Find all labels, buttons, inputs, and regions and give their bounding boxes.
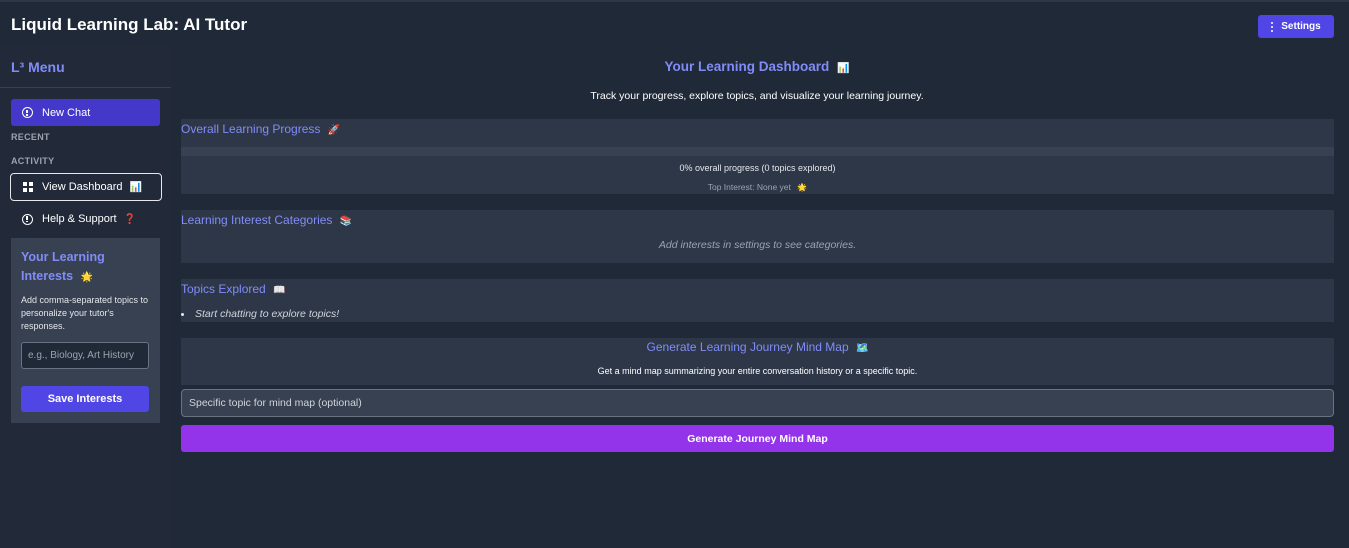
progress-card: Overall Learning Progress 🚀 0% overall p… — [181, 119, 1334, 194]
view-dashboard-button[interactable]: View Dashboard 📊 — [10, 173, 162, 201]
mind-map-title: Generate Learning Journey Mind Map 🗺️ — [181, 340, 1334, 354]
settings-button[interactable]: Settings — [1258, 15, 1334, 38]
list-item: Start chatting to explore topics! — [181, 308, 339, 320]
categories-empty-text: Add interests in settings to see categor… — [658, 239, 857, 251]
question-emoji-icon: ❓ — [123, 214, 137, 225]
sidebar-title: L³ Menu — [11, 59, 65, 75]
info-circle-icon — [22, 213, 33, 225]
activity-label: ACTIVITY — [11, 156, 55, 166]
mind-map-topic-input[interactable]: Specific topic for mind map (optional) — [181, 389, 1334, 417]
help-support-button[interactable]: Help & Support ❓ — [11, 208, 160, 230]
progress-title-text: Overall Learning Progress — [181, 122, 321, 136]
new-chat-label: New Chat — [42, 106, 91, 119]
top-bar: Liquid Learning Lab: AI Tutor Settings — [0, 0, 1349, 46]
settings-label: Settings — [1281, 21, 1321, 32]
progress-bar — [181, 147, 1334, 156]
progress-text: 0% overall progress (0 topics explored) — [679, 163, 836, 173]
mind-map-title-text: Generate Learning Journey Mind Map — [646, 340, 849, 354]
sidebar: L³ Menu New Chat RECENT ACTIVITY View Da… — [0, 46, 171, 548]
mind-map-description: Get a mind map summarizing your entire c… — [597, 366, 918, 376]
dashboard-title-text: Your Learning Dashboard — [664, 59, 830, 74]
dashboard-main: Your Learning Dashboard 📊 Track your pro… — [171, 46, 1349, 548]
vertical-dots-icon — [1271, 21, 1274, 32]
categories-title: Learning Interest Categories 📚 — [181, 213, 352, 227]
interests-title: Your Learning Interests 🌟 — [21, 248, 151, 287]
star-emoji-icon: 🌟 — [80, 272, 94, 283]
sidebar-divider — [0, 87, 171, 88]
topics-title: Topics Explored 📖 — [181, 282, 286, 296]
chart-emoji-icon: 📊 — [837, 63, 850, 74]
topics-title-text: Topics Explored — [181, 282, 266, 296]
categories-title-text: Learning Interest Categories — [181, 213, 333, 227]
mind-map-card: Generate Learning Journey Mind Map 🗺️ Ge… — [181, 338, 1334, 385]
dashboard-title: Your Learning Dashboard 📊 — [171, 59, 1343, 74]
dashboard-subtitle: Track your progress, explore topics, and… — [590, 90, 924, 102]
topics-card: Topics Explored 📖 Start chatting to expl… — [181, 279, 1334, 322]
new-chat-button[interactable]: New Chat — [11, 99, 160, 126]
interests-input[interactable]: e.g., Biology, Art History — [21, 342, 149, 369]
save-interests-button[interactable]: Save Interests — [21, 386, 149, 412]
app-title: Liquid Learning Lab: AI Tutor — [11, 15, 248, 34]
book-emoji-icon: 📖 — [273, 285, 286, 296]
top-interest-text: Top Interest: None yet — [707, 182, 791, 192]
topic-item-text: Start chatting to explore topics! — [195, 308, 340, 320]
progress-title: Overall Learning Progress 🚀 — [181, 122, 340, 136]
recent-label: RECENT — [11, 132, 50, 142]
learning-interests-panel: Your Learning Interests 🌟 Add comma-sepa… — [11, 238, 160, 423]
top-interest: Top Interest: None yet 🌟 — [181, 182, 1334, 192]
rocket-emoji-icon: 🚀 — [327, 125, 341, 136]
categories-card: Learning Interest Categories 📚 Add inter… — [181, 210, 1334, 263]
interests-description: Add comma-separated topics to personaliz… — [21, 295, 149, 331]
chart-emoji-icon: 📊 — [129, 182, 143, 193]
dashboard-grid-icon — [23, 182, 33, 192]
generate-mind-map-button[interactable]: Generate Journey Mind Map — [181, 425, 1334, 452]
star-emoji-icon: 🌟 — [797, 183, 808, 192]
help-support-label: Help & Support — [42, 213, 117, 225]
bullet-icon — [181, 312, 184, 316]
books-emoji-icon: 📚 — [339, 216, 353, 227]
info-circle-icon — [22, 107, 33, 118]
map-emoji-icon: 🗺️ — [856, 343, 869, 354]
view-dashboard-label: View Dashboard — [42, 181, 123, 193]
